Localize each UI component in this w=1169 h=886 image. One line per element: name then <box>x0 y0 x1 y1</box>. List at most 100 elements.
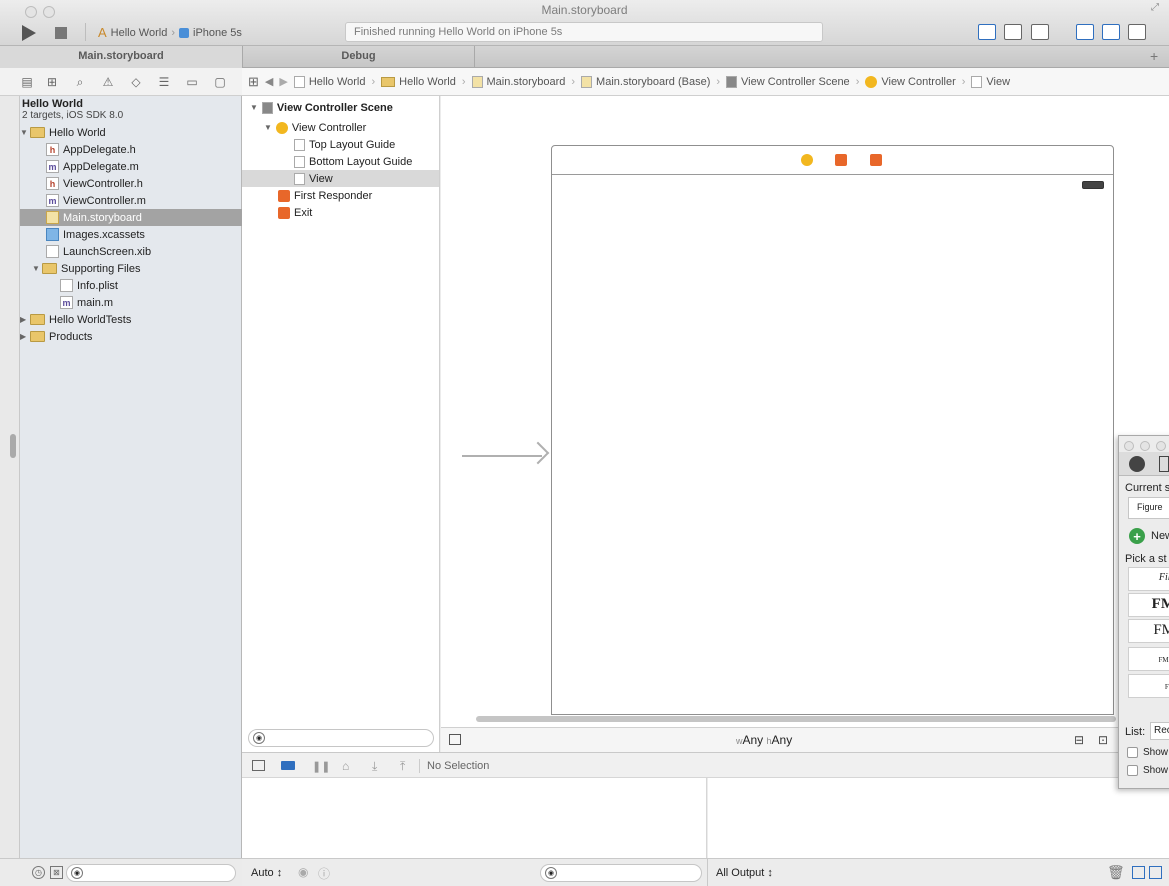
outline-view[interactable]: View <box>242 170 439 187</box>
add-tab-icon[interactable]: + <box>1150 48 1158 64</box>
breadcrumb-view[interactable]: View <box>971 75 1010 88</box>
minimize-panel-button[interactable] <box>1140 441 1150 451</box>
tree-item-viewcontroller-h[interactable]: h ViewController.h <box>20 175 242 192</box>
style-sample[interactable]: FM <box>1128 674 1169 698</box>
view-controller-frame[interactable] <box>551 145 1114 715</box>
first-responder-icon[interactable] <box>835 154 847 166</box>
source-control-filter-icon[interactable]: ⊠ <box>50 866 63 879</box>
stop-button[interactable] <box>55 27 67 39</box>
related-items-icon[interactable]: ⊞ <box>248 74 259 90</box>
style-sample[interactable]: FM <box>1128 619 1169 643</box>
disclosure-open-icon[interactable]: ▼ <box>32 264 42 273</box>
zoom-panel-button[interactable] <box>1156 441 1166 451</box>
tab-debug[interactable]: Debug <box>243 46 475 68</box>
outline-bottom-layout-guide[interactable]: Bottom Layout Guide <box>294 153 412 170</box>
outline-top-layout-guide[interactable]: Top Layout Guide <box>294 136 395 153</box>
disclosure-open-icon[interactable]: ▼ <box>20 128 30 137</box>
trash-icon[interactable]: 🗑 <box>1107 864 1125 881</box>
outline-filter-field[interactable]: ◉ <box>248 729 434 747</box>
pin-icon[interactable]: ⊡ <box>1098 733 1108 747</box>
tree-item-supporting-files[interactable]: ▼ Supporting Files <box>20 260 242 277</box>
info-icon[interactable]: ⓘ <box>318 865 330 882</box>
hide-debug-area-icon[interactable] <box>252 760 265 771</box>
toggle-utilities-button[interactable] <box>1128 24 1146 40</box>
current-style-field[interactable]: Figure <box>1128 497 1169 519</box>
tree-item-products[interactable]: ▶ Products <box>20 328 242 345</box>
tree-item-main-storyboard[interactable]: Main.storyboard <box>20 209 242 226</box>
step-into-icon[interactable]: ⤓ <box>372 759 377 774</box>
test-navigator-icon[interactable]: ◇ <box>129 75 143 89</box>
tab-main-storyboard[interactable]: Main.storyboard <box>0 46 243 68</box>
issue-navigator-icon[interactable]: ⚠ <box>101 75 115 89</box>
toggle-outline-icon[interactable] <box>449 734 461 745</box>
outline-scene[interactable]: ▼ View Controller Scene <box>250 99 393 116</box>
tree-item-viewcontroller-m[interactable]: m ViewController.m <box>20 192 242 209</box>
run-button[interactable] <box>22 25 36 41</box>
style-sample[interactable]: FM <box>1128 593 1169 617</box>
show-option-1[interactable]: Show <box>1127 747 1168 758</box>
console-view[interactable] <box>708 778 1169 858</box>
variables-view[interactable] <box>242 778 707 858</box>
new-style-button[interactable]: + New <box>1129 528 1169 544</box>
canvas-horizontal-scrollbar[interactable] <box>476 716 1116 722</box>
variables-scope-popup[interactable]: Auto ↕ <box>251 867 282 879</box>
tree-item-appdelegate-h[interactable]: h AppDelegate.h <box>20 141 242 158</box>
step-over-icon[interactable]: ⌂ <box>342 759 349 773</box>
log-navigator-icon[interactable]: ▢ <box>213 75 227 89</box>
navigator-filter-field[interactable]: ◉ <box>66 864 236 882</box>
size-class-control[interactable]: wAny hAny <box>736 733 792 747</box>
tree-item-hello-world-folder[interactable]: ▼ Hello World <box>20 124 242 141</box>
list-style-popup[interactable]: Rec <box>1150 722 1169 740</box>
checkbox[interactable] <box>1127 765 1138 776</box>
show-option-2[interactable]: Show <box>1127 765 1168 776</box>
view-controller-icon[interactable] <box>801 154 813 166</box>
toggle-debug-area-button[interactable] <box>1102 24 1120 40</box>
tree-item-hello-world-tests[interactable]: ▶ Hello WorldTests <box>20 311 242 328</box>
breakpoint-navigator-icon[interactable]: ▭ <box>185 75 199 89</box>
fullscreen-icon[interactable]: ⤢ <box>1151 2 1159 13</box>
style-sample[interactable]: FM C <box>1128 647 1169 671</box>
show-console-icon[interactable] <box>1149 866 1162 879</box>
debug-navigator-icon[interactable]: ☰ <box>157 75 171 89</box>
breadcrumb-group[interactable]: Hello World <box>381 76 456 88</box>
styles-tab-icon[interactable] <box>1129 456 1145 472</box>
disclosure-open-icon[interactable]: ▼ <box>264 123 272 132</box>
outline-first-responder[interactable]: First Responder <box>278 187 372 204</box>
close-panel-button[interactable] <box>1124 441 1134 451</box>
project-root[interactable]: Hello World 2 targets, iOS SDK 8.0 <box>22 98 123 121</box>
tree-item-images-xcassets[interactable]: Images.xcassets <box>20 226 242 243</box>
tree-item-launchscreen-xib[interactable]: LaunchScreen.xib <box>20 243 242 260</box>
project-navigator-icon[interactable]: ▤ <box>20 75 34 89</box>
breakpoints-toggle-icon[interactable] <box>281 761 295 770</box>
scheme-selector[interactable]: A Hello World › iPhone 5s <box>98 25 242 40</box>
assistant-editor-button[interactable] <box>1004 24 1022 40</box>
symbol-navigator-icon[interactable]: ⊞ <box>45 75 59 89</box>
align-icon[interactable]: ⊟ <box>1074 733 1084 747</box>
eye-icon[interactable]: ◉ <box>298 865 308 879</box>
pause-icon[interactable]: ❚❚ <box>312 760 330 773</box>
outline-exit[interactable]: Exit <box>278 204 312 221</box>
disclosure-closed-icon[interactable]: ▶ <box>20 332 30 341</box>
exit-icon[interactable] <box>870 154 882 166</box>
search-icon[interactable]: ⌕ <box>73 75 87 89</box>
checkbox[interactable] <box>1127 747 1138 758</box>
breadcrumb-view-controller[interactable]: View Controller <box>865 75 956 88</box>
style-sample[interactable]: File <box>1128 567 1169 591</box>
breadcrumb-scene[interactable]: View Controller Scene <box>726 75 850 88</box>
toggle-navigator-button[interactable] <box>1076 24 1094 40</box>
standard-editor-button[interactable] <box>978 24 996 40</box>
breadcrumb-localization[interactable]: Main.storyboard (Base) <box>581 75 710 88</box>
step-out-icon[interactable]: ⤒ <box>400 759 405 774</box>
disclosure-open-icon[interactable]: ▼ <box>250 103 258 112</box>
back-button[interactable]: ◀ <box>265 75 273 88</box>
recent-files-icon[interactable]: ◷ <box>32 866 45 879</box>
version-editor-button[interactable] <box>1031 24 1049 40</box>
console-output-popup[interactable]: All Output ↕ <box>716 867 773 879</box>
disclosure-closed-icon[interactable]: ▶ <box>20 315 30 324</box>
tree-item-main-m[interactable]: m main.m <box>20 294 242 311</box>
tree-item-info-plist[interactable]: Info.plist <box>20 277 242 294</box>
resize-handle[interactable] <box>10 434 16 458</box>
breadcrumb-project[interactable]: Hello World <box>293 75 366 88</box>
breadcrumb-file[interactable]: Main.storyboard <box>471 75 565 88</box>
layout-tab-icon[interactable] <box>1159 456 1169 472</box>
